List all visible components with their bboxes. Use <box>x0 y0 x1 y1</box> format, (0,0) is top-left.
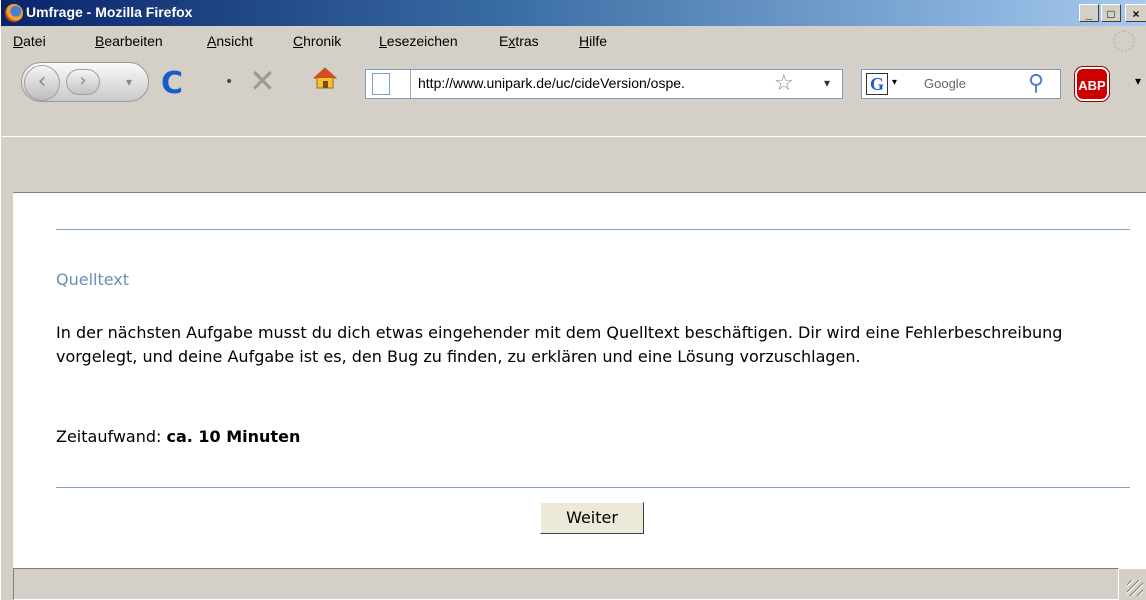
bookmarks-toolbar <box>1 136 1146 193</box>
history-dropdown-icon[interactable]: ▾ <box>126 75 132 89</box>
reload-icon[interactable]: C <box>161 66 183 101</box>
menu-bearbeiten[interactable]: Bearbeiten <box>95 33 163 49</box>
menu-datei[interactable]: Datei <box>13 33 46 49</box>
browser-window: Umfrage - Mozilla Firefox _ □ × Datei Be… <box>0 0 1146 600</box>
google-engine-icon[interactable]: G <box>866 73 888 95</box>
url-text[interactable]: http://www.unipark.de/uc/cideVersion/osp… <box>418 75 685 91</box>
throbber-icon <box>1113 30 1135 52</box>
forward-icon[interactable]: › <box>66 69 100 95</box>
menu-bar: Datei Bearbeiten Ansicht Chronik Lesezei… <box>1 26 1146 56</box>
instructions-text: In der nächsten Aufgabe musst du dich et… <box>56 323 1063 366</box>
menu-ansicht[interactable]: Ansicht <box>207 33 253 49</box>
firefox-logo-icon <box>5 4 23 22</box>
url-dropdown-icon[interactable]: ▾ <box>824 76 830 90</box>
menu-hilfe[interactable]: Hilfe <box>579 33 607 49</box>
section-heading: Quelltext <box>56 270 130 289</box>
divider-top <box>56 229 1130 230</box>
adblock-dropdown-icon[interactable]: ▾ <box>1135 74 1141 88</box>
divider-bottom <box>56 487 1130 488</box>
search-icon[interactable]: ⚲ <box>1028 71 1044 96</box>
adblock-icon[interactable]: ABP <box>1075 67 1109 101</box>
search-input[interactable]: Google <box>924 76 966 91</box>
stop-icon[interactable]: ✕ <box>249 62 276 100</box>
menu-extras[interactable]: Extras <box>499 33 539 49</box>
url-separator <box>410 70 411 98</box>
back-forward-group: ‹ › ▾ <box>21 62 149 102</box>
search-bar[interactable]: G ▾ Google ⚲ <box>861 69 1061 99</box>
title-bar: Umfrage - Mozilla Firefox _ □ × <box>1 0 1146 26</box>
home-icon[interactable] <box>313 66 337 90</box>
url-bar[interactable]: http://www.unipark.de/uc/cideVersion/osp… <box>365 69 843 99</box>
resize-grip-icon[interactable] <box>1127 580 1143 596</box>
menu-chronik[interactable]: Chronik <box>293 33 341 49</box>
time-label: Zeitaufwand: <box>56 427 167 446</box>
time-estimate: Zeitaufwand: ca. 10 Minuten <box>56 427 300 446</box>
next-button[interactable]: Weiter <box>540 502 644 534</box>
reload-dropdown-icon[interactable]: • <box>225 74 233 90</box>
bookmark-star-icon[interactable]: ☆ <box>774 71 794 96</box>
window-title: Umfrage - Mozilla Firefox <box>26 4 193 20</box>
navigation-toolbar: ‹ › ▾ C • ✕ http://www.unipark.de/uc/cid… <box>1 56 1146 136</box>
time-value: ca. 10 Minuten <box>166 427 301 446</box>
maximize-button[interactable]: □ <box>1101 4 1121 22</box>
close-button[interactable]: × <box>1125 4 1146 22</box>
menu-lesezeichen[interactable]: Lesezeichen <box>379 33 458 49</box>
back-icon[interactable]: ‹ <box>24 65 60 101</box>
engine-dropdown-icon[interactable]: ▾ <box>892 77 897 88</box>
minimize-button[interactable]: _ <box>1079 4 1099 22</box>
page-content: Quelltext In der nächsten Aufgabe musst … <box>13 192 1146 569</box>
page-icon <box>372 73 390 95</box>
status-bar <box>13 568 1119 600</box>
